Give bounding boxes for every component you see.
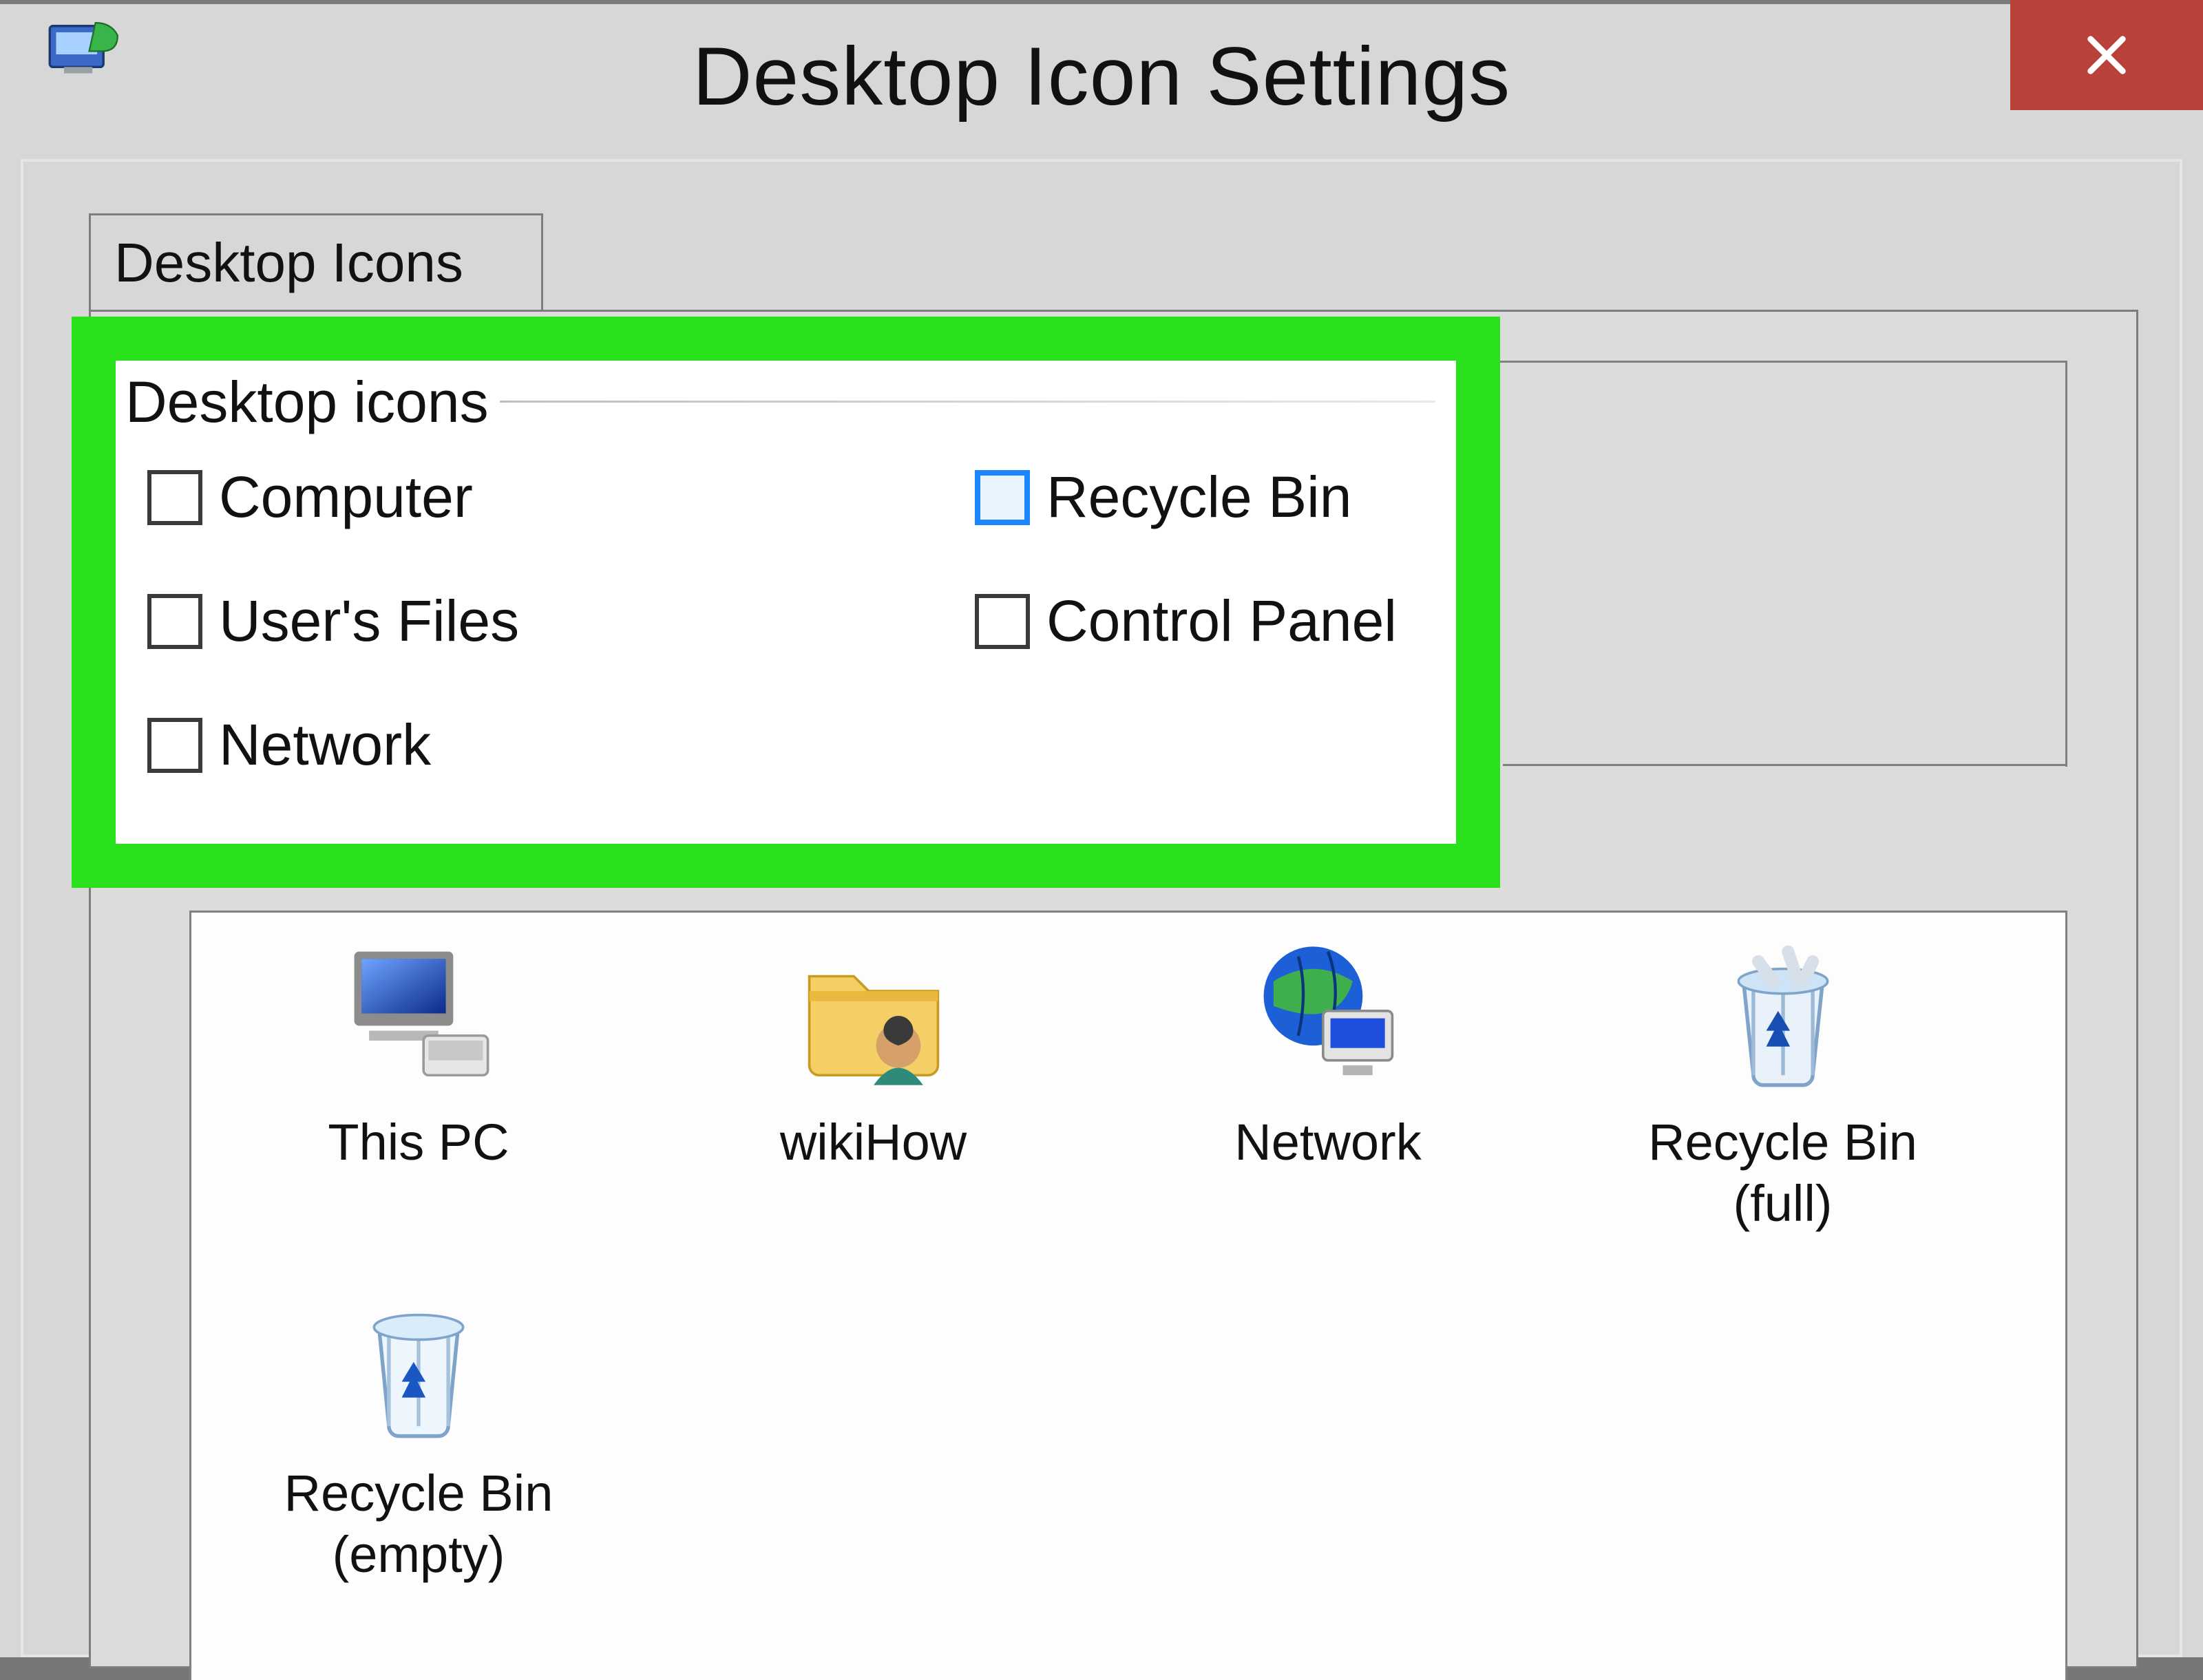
client-area: Desktop Icons: [21, 159, 2182, 1657]
preview-recycle-bin-full[interactable]: Recycle Bin (full): [1597, 933, 1969, 1236]
checkbox-recycle-bin[interactable]: Recycle Bin: [975, 464, 1352, 531]
tab-desktop-icons[interactable]: Desktop Icons: [89, 213, 543, 310]
groupbox-legend: Desktop icons: [125, 369, 500, 436]
checkbox-box: [147, 594, 202, 649]
preview-this-pc[interactable]: This PC: [233, 933, 604, 1236]
recycle-bin-full-icon: [1700, 933, 1866, 1098]
title-bar: Desktop Icon Settings: [0, 4, 2203, 149]
checkbox-box: [147, 470, 202, 525]
desktop-icons-group-highlight: Desktop icons Computer User's Files Netw…: [72, 317, 1500, 888]
preview-label: Recycle Bin (full): [1597, 1112, 1969, 1236]
checkbox-control-panel[interactable]: Control Panel: [975, 588, 1397, 655]
this-pc-icon: [336, 933, 501, 1098]
checkbox-box: [975, 594, 1030, 649]
checkbox-label: Control Panel: [1046, 588, 1397, 655]
app-icon: [48, 17, 124, 78]
preview-recycle-bin-empty[interactable]: Recycle Bin (empty): [233, 1284, 604, 1587]
checkbox-label: Computer: [219, 464, 473, 531]
checkbox-network[interactable]: Network: [147, 712, 431, 778]
network-icon: [1245, 933, 1411, 1098]
preview-label: wikiHow: [780, 1112, 967, 1236]
checkbox-computer[interactable]: Computer: [147, 464, 473, 531]
groupbox-border-bottom: [1503, 764, 2067, 766]
icon-preview-box: This PC wikiHow: [189, 911, 2067, 1680]
recycle-bin-empty-icon: [336, 1284, 501, 1449]
preview-network[interactable]: Network: [1142, 933, 1514, 1236]
checkbox-box: [975, 470, 1030, 525]
checkbox-label: Recycle Bin: [1046, 464, 1352, 531]
preview-label: Recycle Bin (empty): [233, 1463, 604, 1587]
close-button[interactable]: [2010, 0, 2203, 110]
checkbox-users-files[interactable]: User's Files: [147, 588, 519, 655]
window-title: Desktop Icon Settings: [693, 29, 1510, 124]
preview-user-folder[interactable]: wikiHow: [688, 933, 1060, 1236]
preview-label: This PC: [328, 1112, 509, 1236]
tab-label: Desktop Icons: [114, 231, 463, 295]
preview-label: Network: [1234, 1112, 1421, 1236]
user-folder-icon: [791, 933, 956, 1098]
checkbox-label: User's Files: [219, 588, 519, 655]
close-icon: [2083, 31, 2131, 79]
checkbox-box: [147, 718, 202, 773]
checkbox-label: Network: [219, 712, 431, 778]
